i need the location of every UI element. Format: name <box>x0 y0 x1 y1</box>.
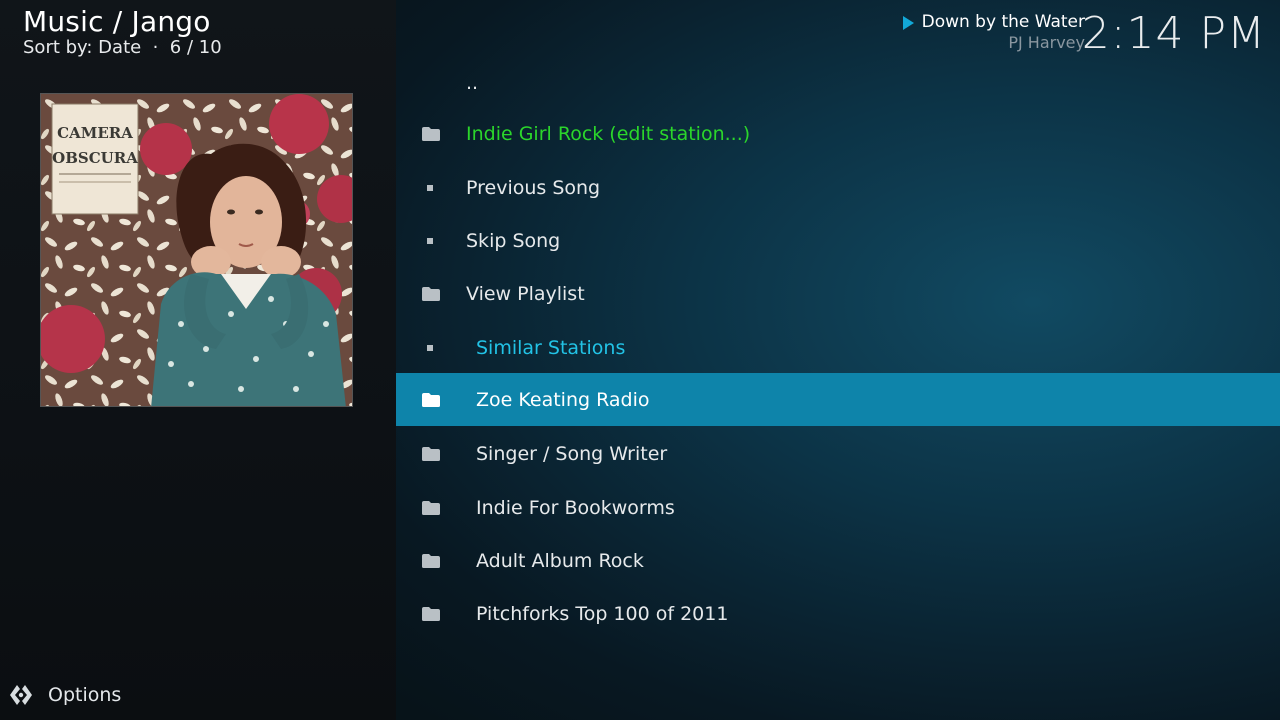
folder-icon <box>422 446 440 461</box>
list-item-label: .. <box>466 71 479 94</box>
list-item-label: Zoe Keating Radio <box>476 388 650 411</box>
folder-icon <box>422 500 440 515</box>
folder-icon <box>422 553 440 568</box>
album-art: CAMERA OBSCURA <box>40 93 353 407</box>
list-item[interactable]: .. <box>396 56 1280 109</box>
sort-info[interactable]: Sort by: Date · 6 / 10 <box>23 37 222 59</box>
list-item-label: Previous Song <box>466 176 601 199</box>
options-button[interactable]: Options <box>8 682 121 708</box>
folder-icon <box>422 126 440 141</box>
now-playing-title: Down by the Water <box>921 12 1085 32</box>
list-item[interactable]: Pitchforks Top 100 of 2011 <box>396 587 1280 640</box>
square-bullet-icon <box>427 344 433 351</box>
square-bullet-icon <box>427 184 433 191</box>
list-item-label: Similar Stations <box>476 336 626 359</box>
options-label: Options <box>48 684 122 706</box>
list-item-label: Skip Song <box>466 229 561 252</box>
folder-icon <box>422 606 440 621</box>
list-item-label: Indie For Bookworms <box>476 496 675 519</box>
list-item[interactable]: Zoe Keating Radio <box>396 373 1280 426</box>
page-title: Music / Jango <box>23 5 211 38</box>
list-item[interactable]: Skip Song <box>396 214 1280 267</box>
list-item[interactable]: Singer / Song Writer <box>396 427 1280 480</box>
list-item[interactable]: Similar Stations <box>396 321 1280 374</box>
list-item[interactable]: Indie Girl Rock (edit station...) <box>396 107 1280 160</box>
list-item[interactable]: Indie For Bookworms <box>396 481 1280 534</box>
album-text-line2: OBSCURA <box>52 149 138 167</box>
list-item-label: Pitchforks Top 100 of 2011 <box>476 602 729 625</box>
now-playing-artist: PJ Harvey <box>1008 33 1085 52</box>
list-item-label: View Playlist <box>466 282 585 305</box>
album-cover-image: CAMERA OBSCURA <box>41 94 352 406</box>
now-playing[interactable]: Down by the Water PJ Harvey <box>902 12 1085 53</box>
list-item[interactable]: Adult Album Rock <box>396 534 1280 587</box>
album-text-line1: CAMERA <box>57 124 133 142</box>
list-item[interactable]: View Playlist <box>396 267 1280 320</box>
list-item-label: Adult Album Rock <box>476 549 644 572</box>
square-bullet-icon <box>427 237 433 244</box>
folder-icon <box>422 286 440 301</box>
list-item[interactable]: Previous Song <box>396 161 1280 214</box>
options-icon <box>10 685 32 705</box>
list-item-label: Indie Girl Rock (edit station...) <box>466 122 751 145</box>
folder-icon <box>422 392 440 407</box>
list-item-label: Singer / Song Writer <box>476 442 668 465</box>
play-icon <box>902 15 914 30</box>
clock: 2:14 PM <box>1081 8 1266 59</box>
